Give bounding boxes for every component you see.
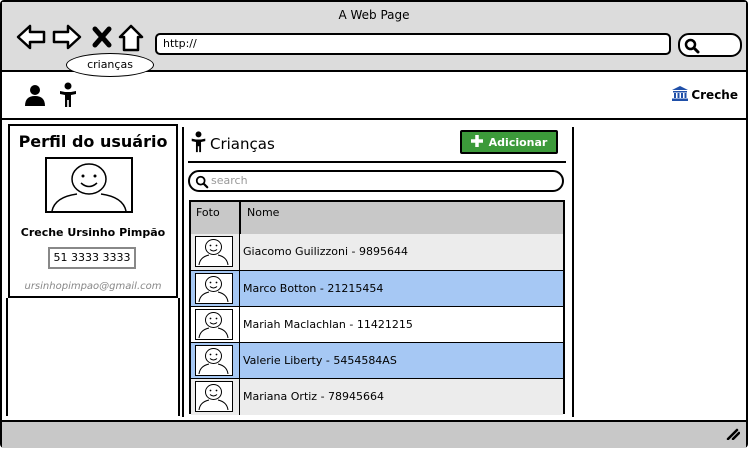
close-x-icon[interactable]	[92, 26, 112, 52]
add-child-button[interactable]: Adicionar	[460, 130, 558, 154]
window-title: A Web Page	[338, 8, 410, 22]
column-divider	[239, 234, 240, 270]
table-row[interactable]: Valerie Liberty - 5454584AS	[191, 342, 563, 379]
table-row[interactable]: Giacomo Guilizzoni - 9895644	[191, 234, 563, 270]
child-photo	[195, 309, 233, 340]
add-child-label: Adicionar	[488, 135, 548, 149]
profile-phone: 51 3333 3333	[48, 247, 136, 269]
left-column	[6, 298, 180, 416]
child-name: Mariah Maclachlan - 11421215	[243, 318, 413, 331]
profile-avatar	[45, 157, 133, 213]
forward-arrow-icon[interactable]	[52, 24, 82, 54]
criancas-tooltip: crianças	[66, 53, 154, 77]
bank-building-icon	[672, 86, 689, 104]
child-photo	[195, 345, 233, 376]
column-divider	[239, 307, 240, 343]
resize-grip-icon[interactable]	[724, 425, 741, 444]
child-photo	[195, 381, 233, 412]
child-icon	[190, 131, 207, 157]
table-row[interactable]: Marco Botton - 21215454	[191, 270, 563, 307]
browser-search-field[interactable]	[678, 33, 742, 57]
child-icon[interactable]	[58, 82, 78, 112]
child-name: Marco Botton - 21215454	[243, 282, 384, 295]
profile-title: Perfil do usuário	[18, 132, 168, 151]
home-icon[interactable]	[118, 24, 144, 56]
section-title: Crianças	[190, 131, 275, 157]
creche-link[interactable]: Creche	[672, 86, 738, 104]
column-divider	[239, 343, 240, 379]
app-navbar: Creche	[2, 72, 746, 120]
status-bar	[2, 420, 746, 448]
profile-name: Creche Ursinho Pimpão	[20, 226, 166, 239]
plus-icon	[470, 134, 483, 150]
child-photo	[195, 236, 233, 267]
url-field[interactable]: http://	[155, 33, 671, 55]
creche-link-label: Creche	[691, 88, 738, 102]
child-name: Mariana Ortiz - 78945664	[243, 390, 385, 403]
search-icon	[195, 175, 209, 189]
table-header: Foto Nome	[191, 202, 563, 235]
profile-panel: Perfil do usuário Creche Ursinho Pimpão …	[8, 124, 178, 298]
user-icon[interactable]	[24, 84, 46, 110]
column-divider	[239, 379, 240, 415]
children-search-input[interactable]: search	[188, 170, 564, 192]
back-arrow-icon[interactable]	[16, 24, 46, 54]
search-icon	[684, 38, 700, 54]
section-title-text: Crianças	[210, 135, 275, 153]
child-name: Giacomo Guilizzoni - 9895644	[243, 245, 408, 258]
table-row[interactable]: Mariana Ortiz - 78945664	[191, 378, 563, 415]
children-table: Foto Nome Giacomo Guilizzoni - 9895644 Ma…	[189, 200, 565, 415]
child-name: Valerie Liberty - 5454584AS	[243, 354, 397, 367]
column-divider	[239, 271, 240, 307]
column-divider	[239, 202, 241, 234]
table-row[interactable]: Mariah Maclachlan - 11421215	[191, 306, 563, 343]
column-header-name[interactable]: Nome	[247, 206, 279, 219]
section-divider	[188, 161, 566, 163]
search-placeholder: search	[211, 174, 248, 187]
profile-email[interactable]: ursinhopimpao@gmail.com	[10, 281, 176, 292]
child-photo	[195, 273, 233, 304]
column-header-photo[interactable]: Foto	[196, 206, 220, 219]
